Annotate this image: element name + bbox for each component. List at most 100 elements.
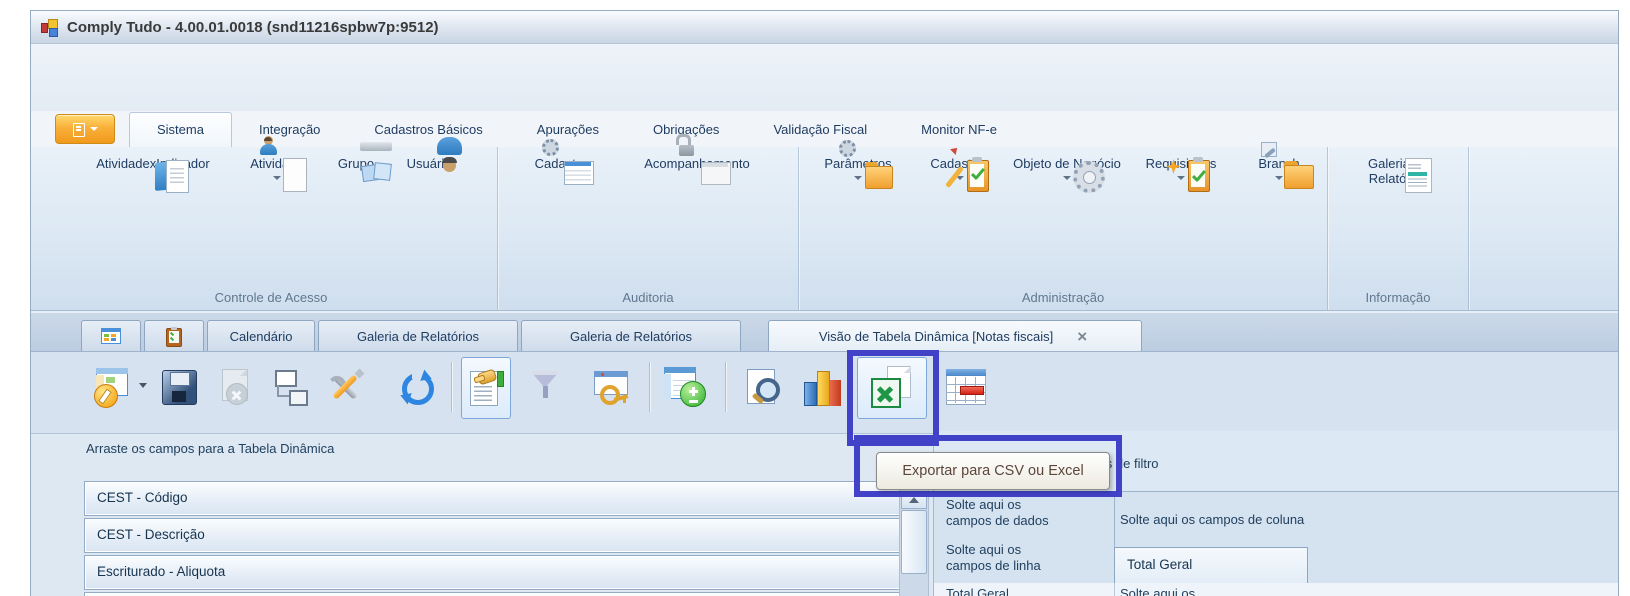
- dropdown-arrow-icon: [1275, 175, 1283, 180]
- options-button[interactable]: [319, 357, 371, 417]
- row-area-hint[interactable]: Solte aqui os campos de linha: [946, 542, 1066, 574]
- pivot-expand-icon: [664, 367, 706, 407]
- document-magnifier-icon: [744, 368, 782, 406]
- expand-collapse-button[interactable]: [657, 357, 713, 417]
- scrollbar-thumb[interactable]: [901, 510, 927, 574]
- annotation-box-excel-button: [847, 350, 939, 446]
- ribbon-button-requisicoes[interactable]: Requisições: [1127, 155, 1235, 192]
- save-icon: [162, 370, 197, 405]
- grand-total-row-label: Total Geral: [946, 586, 1009, 596]
- document-tab-dashboard[interactable]: [81, 320, 141, 351]
- grand-total-column-header[interactable]: Total Geral: [1114, 547, 1308, 585]
- show-filter-button[interactable]: [525, 357, 565, 417]
- title-bar[interactable]: Comply Tudo - 4.00.01.0018 (snd11216spbw…: [31, 11, 1618, 44]
- ribbon-group-caption: Controle de Acesso: [214, 290, 328, 305]
- tooltip: Exportar para CSV ou Excel: [876, 452, 1110, 490]
- grid-tiles-icon: [101, 328, 121, 344]
- toolbar-separator: [725, 362, 726, 412]
- ribbon-tab-monitor-nfe[interactable]: Monitor NF-e: [894, 113, 1024, 147]
- delete-button[interactable]: [213, 357, 259, 417]
- dropdown-arrow-icon: [273, 175, 281, 180]
- field-chooser-icon: [468, 368, 504, 407]
- toolbar-separator: [451, 362, 452, 412]
- ribbon-button-cadastros[interactable]: Cadastros: [913, 145, 1007, 192]
- ribbon-group-caption: Auditoria: [622, 290, 674, 305]
- ribbon-group-informacao: Galeria de Relatórios Informação: [1328, 147, 1469, 310]
- ribbon-button-parametros[interactable]: Parâmetros: [809, 140, 907, 189]
- ribbon-body: AtividadexIndicador Atividade Grupo Usuá…: [31, 134, 1618, 311]
- drag-fields-hint: Arraste os campos para a Tabela Dinâmica: [86, 441, 335, 456]
- dropdown-arrow-icon: [1063, 175, 1071, 180]
- field-list-item[interactable]: CEST - Código: [84, 481, 910, 516]
- dropdown-arrow-icon: [854, 175, 862, 180]
- ribbon-button-cadastro[interactable]: Cadastro: [515, 139, 607, 185]
- close-tab-icon[interactable]: ×: [1077, 328, 1091, 345]
- field-list-scrollbar[interactable]: [899, 489, 929, 596]
- clipboard-icon: [166, 326, 182, 347]
- document-delete-icon: [218, 369, 254, 405]
- customize-pivot-button[interactable]: [81, 357, 151, 417]
- pivot-header-area: Solte aqui os campos de dados Solte aqui…: [934, 491, 1618, 585]
- show-chart-button[interactable]: [795, 357, 851, 417]
- form-background: [31, 44, 1618, 111]
- refresh-icon: [398, 369, 434, 405]
- ribbon-tab-validacao-fiscal[interactable]: Validação Fiscal: [746, 113, 894, 147]
- save-layout-button[interactable]: [153, 357, 205, 417]
- hide-totals-button[interactable]: [939, 357, 993, 417]
- window-key-icon: [592, 369, 632, 405]
- field-list-item[interactable]: CEST - Descrição: [84, 518, 910, 553]
- ribbon-button-atividade[interactable]: Atividade: [235, 136, 319, 192]
- document-tab-calendario[interactable]: Calendário: [207, 320, 315, 351]
- ribbon-group-caption: Administração: [1021, 290, 1105, 305]
- ribbon-group-caption: Informação: [1365, 290, 1431, 305]
- dropdown-arrow-icon: [139, 383, 147, 388]
- app-window: Comply Tudo - 4.00.01.0018 (snd11216spbw…: [30, 10, 1619, 596]
- screenshot-root: Comply Tudo - 4.00.01.0018 (snd11216spbw…: [0, 0, 1630, 596]
- hierarchy-icon: [269, 368, 308, 406]
- drop-items-hint: Solte aqui os: [1120, 586, 1196, 596]
- field-list-item[interactable]: Escriturado - Aliquota: [84, 555, 910, 590]
- dropdown-arrow-icon: [1177, 175, 1185, 180]
- prefilter-button[interactable]: [585, 357, 639, 417]
- window-title: Comply Tudo - 4.00.01.0018 (snd11216spbw…: [67, 18, 439, 36]
- table-totals-icon: [946, 369, 986, 405]
- document-tab-tasks[interactable]: [144, 320, 204, 351]
- ribbon-group-administracao: Parâmetros Cadastros Objeto de Negócio R…: [799, 140, 1328, 310]
- ribbon-tab-sistema[interactable]: Sistema: [129, 112, 232, 147]
- ribbon-tab-apuracoes[interactable]: Apurações: [510, 113, 626, 147]
- ribbon-button-galeria-de-relatorios[interactable]: Galeria de Relatórios: [1343, 155, 1453, 193]
- field-list-item[interactable]: [84, 592, 910, 596]
- toolbar-separator: [649, 362, 650, 412]
- app-icon: [41, 19, 59, 37]
- data-area-hint[interactable]: Solte aqui os campos de dados: [946, 497, 1066, 529]
- document-tab-galeria-1[interactable]: Galeria de Relatórios: [318, 320, 518, 351]
- ribbon-group-controle-de-acesso: AtividadexIndicador Atividade Grupo Usuá…: [45, 136, 498, 310]
- refresh-button[interactable]: [391, 357, 441, 417]
- column-area-hint[interactable]: Solte aqui os campos de coluna: [1120, 512, 1304, 528]
- ribbon-button-acompanhamento[interactable]: Acompanhamento: [613, 134, 781, 185]
- ribbon-group-auditoria: Cadastro Acompanhamento Auditoria: [498, 134, 799, 310]
- bar-chart-icon: [802, 368, 844, 406]
- bottom-divider: [1114, 583, 1115, 596]
- pivot-workspace: Arraste os campos para a Tabela Dinâmica…: [31, 431, 1618, 596]
- tools-icon: [326, 368, 365, 406]
- ribbon-tab-integracao[interactable]: Integração: [232, 113, 347, 147]
- pivot-bottom-row: Total Geral Solte aqui os: [934, 583, 1618, 596]
- retrieve-layout-button[interactable]: [263, 357, 313, 417]
- ribbon-button-branch[interactable]: Branch: [1241, 142, 1317, 189]
- menu-lines-icon: [72, 123, 85, 137]
- field-chooser-button[interactable]: [461, 357, 511, 419]
- application-menu-button[interactable]: [55, 114, 115, 144]
- document-tab-galeria-2[interactable]: Galeria de Relatórios: [521, 320, 741, 351]
- ribbon-button-grupo[interactable]: Grupo: [325, 142, 392, 183]
- triangle-up-icon: [909, 497, 919, 503]
- ribbon-button-usuario[interactable]: Usuário: [393, 137, 465, 172]
- ribbon-button-atividadexindicador[interactable]: AtividadexIndicador: [77, 155, 229, 193]
- pivot-customize-icon: [94, 366, 138, 408]
- document-tab-visao-tabela-dinamica[interactable]: Visão de Tabela Dinâmica [Notas fiscais]…: [768, 320, 1142, 351]
- chevron-down-icon: [89, 127, 98, 131]
- ribbon-button-objeto-de-negocio[interactable]: Objeto de Negócio: [1013, 155, 1121, 193]
- print-preview-button[interactable]: [737, 357, 789, 417]
- funnel-icon: [530, 369, 560, 405]
- pivot-toolbar: [31, 352, 1618, 434]
